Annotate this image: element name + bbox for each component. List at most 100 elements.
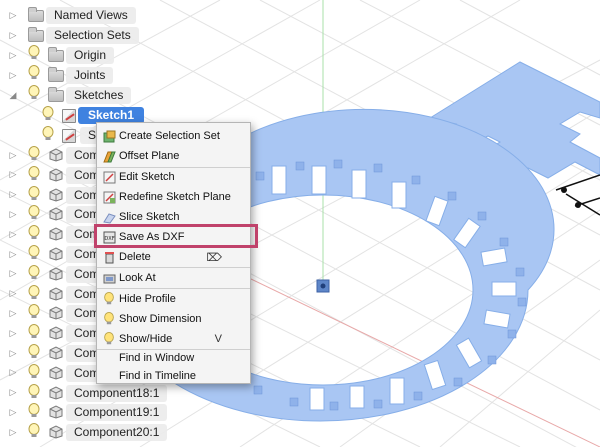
- expand-arrow[interactable]: ▷: [8, 427, 18, 437]
- component-icon: [48, 306, 64, 325]
- find-in-timeline-item[interactable]: Find in Timeline: [97, 366, 250, 386]
- slice-icon: [102, 210, 116, 224]
- lightbulb-icon[interactable]: [28, 403, 40, 419]
- expand-arrow[interactable]: ▷: [8, 288, 18, 299]
- component-icon: [48, 207, 64, 226]
- lightbulb-icon[interactable]: [42, 106, 54, 122]
- origin-dot: [320, 283, 326, 289]
- lightbulb-icon[interactable]: [28, 65, 40, 81]
- show-hide-shortcut: V: [214, 333, 222, 345]
- expand-arrow[interactable]: ▷: [8, 70, 18, 80]
- lightbulb-icon[interactable]: [28, 205, 40, 221]
- expand-arrow[interactable]: ▷: [8, 150, 18, 160]
- component-icon: [48, 287, 64, 306]
- lightbulb-icon[interactable]: [42, 126, 54, 142]
- lightbulb-icon[interactable]: [28, 284, 40, 301]
- expand-arrow[interactable]: ▷: [8, 407, 18, 417]
- component-icon: [48, 366, 64, 385]
- expand-arrow[interactable]: ▷: [8, 268, 18, 279]
- collapse-arrow[interactable]: ◢: [8, 90, 18, 100]
- component-label[interactable]: Component20:1: [66, 424, 168, 442]
- menu-item-label: Look At: [119, 272, 156, 284]
- lightbulb-icon[interactable]: [28, 363, 40, 380]
- expand-arrow[interactable]: ▷: [8, 189, 18, 200]
- redefine-plane-icon: [102, 190, 116, 204]
- hide-profile-item[interactable]: Hide Profile: [97, 289, 250, 309]
- lightbulb-icon[interactable]: [28, 324, 40, 340]
- selection-sets-label[interactable]: Selection Sets: [46, 27, 139, 44]
- lightbulb-icon[interactable]: [28, 344, 40, 360]
- component-icon: [48, 405, 64, 424]
- component-icon: [48, 267, 64, 286]
- joints-label[interactable]: Joints: [66, 67, 114, 84]
- component-label[interactable]: Component18:1: [66, 384, 168, 402]
- sketch-icon: [62, 109, 76, 123]
- menu-item-label: Offset Plane: [119, 150, 180, 162]
- look-at-icon: [102, 271, 116, 285]
- component-icon: [48, 247, 64, 266]
- menu-item-label: Hide Profile: [119, 293, 176, 305]
- redefine-sketch-plane-item[interactable]: Redefine Sketch Plane: [97, 187, 250, 207]
- expand-arrow[interactable]: ▷: [8, 367, 18, 378]
- expand-arrow[interactable]: ▷: [8, 348, 18, 358]
- folder-icon: [28, 27, 44, 42]
- sketches-label[interactable]: Sketches: [66, 87, 132, 104]
- menu-item-label: Edit Sketch: [119, 171, 175, 183]
- menu-item-label: Find in Window: [119, 352, 195, 364]
- bulb-icon: [102, 292, 116, 306]
- menu-item-label: Create Selection Set: [119, 130, 220, 142]
- menu-item-label: Show Dimension: [119, 313, 202, 325]
- menu-item-label: Delete: [119, 251, 151, 263]
- lightbulb-icon[interactable]: [28, 304, 40, 320]
- look-at-item[interactable]: Look At: [97, 268, 250, 288]
- origin-label[interactable]: Origin: [66, 47, 115, 64]
- find-in-window-item[interactable]: Find in Window: [97, 348, 250, 368]
- expand-arrow[interactable]: ▷: [8, 50, 18, 60]
- expand-arrow[interactable]: ▷: [8, 10, 18, 20]
- lightbulb-icon[interactable]: [28, 165, 40, 182]
- show-hide-item[interactable]: Show/Hide V: [97, 329, 250, 349]
- lightbulb-icon[interactable]: [28, 85, 40, 101]
- lightbulb-icon[interactable]: [28, 185, 40, 202]
- folder-icon: [48, 87, 64, 102]
- delete-icon: [102, 250, 116, 264]
- save-as-dxf-highlight: [94, 224, 258, 248]
- bulb-icon: [102, 332, 116, 346]
- menu-item-label: Find in Timeline: [119, 370, 197, 382]
- component-icon: [48, 346, 64, 365]
- delete-shortcut: ⌦: [206, 251, 222, 264]
- menu-item-label: Slice Sketch: [119, 211, 180, 223]
- component-icon: [48, 425, 64, 444]
- lightbulb-icon[interactable]: [28, 45, 40, 61]
- edit-sketch-item[interactable]: Edit Sketch: [97, 167, 250, 187]
- component-icon: [48, 326, 64, 345]
- delete-item[interactable]: Delete ⌦: [97, 247, 250, 267]
- component-icon: [48, 148, 64, 167]
- expand-arrow[interactable]: ▷: [8, 209, 18, 219]
- lightbulb-icon[interactable]: [28, 245, 40, 261]
- sketch-icon: [62, 129, 76, 143]
- lightbulb-icon[interactable]: [28, 423, 40, 439]
- component-label[interactable]: Component19:1: [66, 404, 168, 422]
- expand-arrow[interactable]: ▷: [8, 229, 18, 239]
- show-dimension-item[interactable]: Show Dimension: [97, 309, 250, 329]
- lightbulb-icon[interactable]: [28, 225, 40, 241]
- lightbulb-icon[interactable]: [28, 383, 40, 400]
- offset-plane-icon: [102, 149, 116, 163]
- expand-arrow[interactable]: ▷: [8, 308, 18, 318]
- create-selection-set-item[interactable]: Create Selection Set: [97, 126, 250, 146]
- component-icon: [48, 168, 64, 187]
- expand-arrow[interactable]: ▷: [8, 169, 18, 180]
- named-views-label[interactable]: Named Views: [46, 7, 136, 24]
- expand-arrow[interactable]: ▷: [8, 30, 18, 40]
- sketch-lines-right: [555, 174, 600, 216]
- lightbulb-icon[interactable]: [28, 264, 40, 281]
- context-menu: Create Selection Set Offset Plane Edit S…: [96, 122, 251, 384]
- offset-plane-item[interactable]: Offset Plane: [97, 146, 250, 166]
- folder-icon: [28, 7, 44, 22]
- expand-arrow[interactable]: ▷: [8, 387, 18, 398]
- lightbulb-icon[interactable]: [28, 146, 40, 162]
- expand-arrow[interactable]: ▷: [8, 328, 18, 338]
- expand-arrow[interactable]: ▷: [8, 249, 18, 259]
- component-icon: [48, 386, 64, 405]
